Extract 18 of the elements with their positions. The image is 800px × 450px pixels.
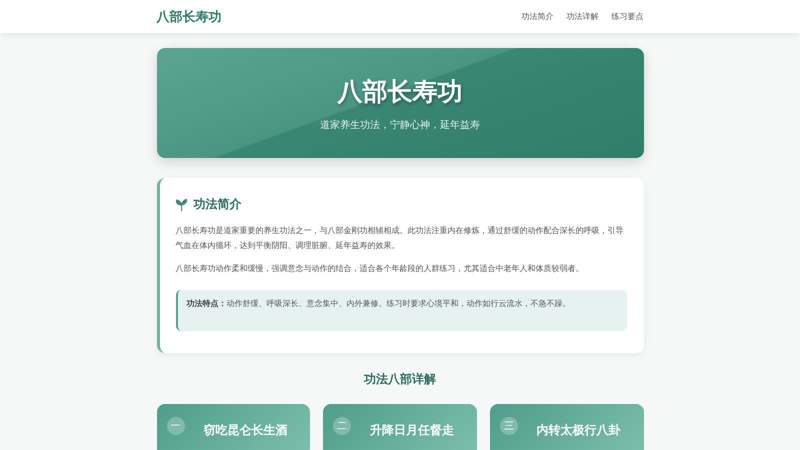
feature-note: 功法特点：动作舒缓、呼吸深长、意念集中、内外兼修。练习时要求心境平和，动作如行云流水，不急不躁。 [176, 290, 626, 331]
hero-title: 八部长寿功 [338, 76, 462, 108]
move-title: 升降日月任督走 [368, 422, 455, 438]
move-title: 窃吃昆仑长生酒 [202, 422, 288, 438]
hero-subtitle: 道家养生功法，宁静心神，延年益寿 [320, 118, 480, 132]
nav-link[interactable]: 功法详解 [566, 11, 598, 22]
move-number: 二 [333, 417, 352, 435]
move-number: 三 [500, 417, 518, 435]
intro-paragraph: 八部长寿功是道家重要的养生功法之一，与八部金刚功相辅相成。此功法注重内在修炼，通过舒缓的动作配合深长的呼吸，引导气血在体内循环，达到平衡阴阳、调理脏腑、延年益寿的效果。 [176, 225, 624, 252]
section-heading: 功法简介 [194, 196, 242, 213]
nav-link[interactable]: 功法简介 [522, 11, 554, 22]
nav-link[interactable]: 练习要点 [612, 11, 644, 22]
sprout-icon [176, 198, 186, 210]
section-heading: 功法八部详解 [363, 371, 437, 388]
site-logo[interactable]: 八部长寿功 [156, 8, 222, 26]
move-number: 一 [166, 417, 184, 435]
move-title: 内转太极行八卦 [536, 422, 622, 438]
intro-paragraph: 八部长寿功动作柔和缓慢，强调意念与动作的结合，适合各个年龄段的人群练习，尤其适合中老年人和体质较弱者。 [176, 263, 584, 275]
